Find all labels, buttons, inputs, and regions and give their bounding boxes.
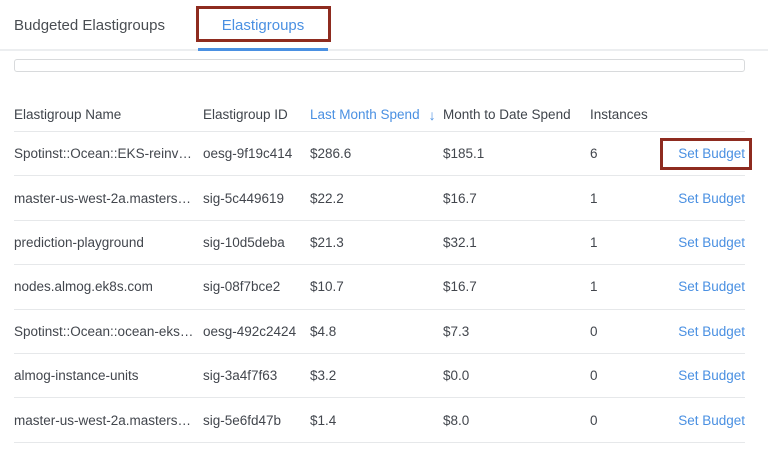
set-budget-link[interactable]: Set Budget [678, 191, 745, 206]
cell-action: Set Budget [666, 324, 745, 339]
active-tab-underline [198, 48, 328, 51]
cell-elastigroup-name: Spotinst::Ocean::ocean-eks… [14, 324, 203, 339]
cell-elastigroup-name: master-us-west-2a.masters… [14, 413, 203, 428]
set-budget-link[interactable]: Set Budget [678, 413, 745, 428]
cell-last-month-spend: $4.8 [310, 324, 443, 339]
cell-last-month-spend: $1.4 [310, 413, 443, 428]
cell-month-to-date-spend: $16.7 [443, 279, 590, 294]
table-body: Spotinst::Ocean::EKS-reinv… oesg-9f19c41… [14, 132, 745, 443]
cell-elastigroup-name: Spotinst::Ocean::EKS-reinv… [14, 146, 203, 161]
set-budget-link[interactable]: Set Budget [678, 235, 745, 250]
cell-elastigroup-id: oesg-492c2424 [203, 324, 310, 339]
cell-elastigroup-name: almog-instance-units [14, 368, 203, 383]
cell-month-to-date-spend: $16.7 [443, 191, 590, 206]
table-row: master-us-west-2a.masters… sig-5c449619 … [14, 176, 745, 220]
tab-budgeted-elastigroups[interactable]: Budgeted Elastigroups [14, 17, 164, 34]
column-header-elastigroup-name[interactable]: Elastigroup Name [14, 107, 203, 122]
set-budget-link[interactable]: Set Budget [678, 146, 745, 161]
cell-elastigroup-name: master-us-west-2a.masters… [14, 191, 203, 206]
cell-instances: 0 [590, 324, 666, 339]
cell-month-to-date-spend: $7.3 [443, 324, 590, 339]
table-row: almog-instance-units sig-3a4f7f63 $3.2 $… [14, 354, 745, 398]
cell-action: Set Budget [666, 413, 745, 428]
cell-elastigroup-id: sig-5e6fd47b [203, 413, 310, 428]
cell-month-to-date-spend: $185.1 [443, 146, 590, 161]
cell-instances: 0 [590, 368, 666, 383]
cell-instances: 1 [590, 279, 666, 294]
cell-elastigroup-id: oesg-9f19c414 [203, 146, 310, 161]
column-header-last-month-spend[interactable]: Last Month Spend ↓ [310, 107, 443, 122]
cell-instances: 0 [590, 413, 666, 428]
cell-action: Set Budget [666, 235, 745, 250]
cell-elastigroup-id: sig-5c449619 [203, 191, 310, 206]
cell-last-month-spend: $3.2 [310, 368, 443, 383]
cell-action: Set Budget [666, 191, 745, 206]
elastigroups-table: Elastigroup Name Elastigroup ID Last Mon… [14, 98, 745, 443]
cell-elastigroup-name: nodes.almog.ek8s.com [14, 279, 203, 294]
cell-instances: 1 [590, 235, 666, 250]
table-row: Spotinst::Ocean::ocean-eks… oesg-492c242… [14, 310, 745, 354]
cell-month-to-date-spend: $32.1 [443, 235, 590, 250]
filter-input[interactable] [14, 59, 745, 72]
cell-action: Set Budget [666, 368, 745, 383]
tab-bar: Budgeted Elastigroups Elastigroups [0, 0, 768, 51]
set-budget-link[interactable]: Set Budget [678, 279, 745, 294]
cell-action: Set Budget [666, 146, 745, 161]
cell-action: Set Budget [666, 279, 745, 294]
cell-elastigroup-id: sig-08f7bce2 [203, 279, 310, 294]
cell-elastigroup-id: sig-10d5deba [203, 235, 310, 250]
cell-last-month-spend: $286.6 [310, 146, 443, 161]
cell-month-to-date-spend: $0.0 [443, 368, 590, 383]
table-row: master-us-west-2a.masters… sig-5e6fd47b … [14, 398, 745, 442]
cell-last-month-spend: $22.2 [310, 191, 443, 206]
column-header-elastigroup-id[interactable]: Elastigroup ID [203, 107, 310, 122]
column-header-instances[interactable]: Instances [590, 107, 666, 122]
table-row: prediction-playground sig-10d5deba $21.3… [14, 221, 745, 265]
cell-elastigroup-id: sig-3a4f7f63 [203, 368, 310, 383]
table-row: Spotinst::Ocean::EKS-reinv… oesg-9f19c41… [14, 132, 745, 176]
cell-elastigroup-name: prediction-playground [14, 235, 203, 250]
sort-descending-icon[interactable]: ↓ [429, 108, 436, 122]
column-header-last-month-spend-label: Last Month Spend [310, 107, 420, 122]
cell-month-to-date-spend: $8.0 [443, 413, 590, 428]
set-budget-link[interactable]: Set Budget [678, 324, 745, 339]
cell-instances: 1 [590, 191, 666, 206]
column-header-month-to-date-spend[interactable]: Month to Date Spend [443, 107, 590, 122]
set-budget-link[interactable]: Set Budget [678, 368, 745, 383]
tab-elastigroups-label: Elastigroups [222, 17, 305, 34]
elastigroups-budget-screen: Budgeted Elastigroups Elastigroups Elast… [0, 0, 768, 443]
table-header-row: Elastigroup Name Elastigroup ID Last Mon… [14, 98, 745, 132]
tab-elastigroups[interactable]: Elastigroups [198, 2, 328, 49]
cell-instances: 6 [590, 146, 666, 161]
cell-last-month-spend: $21.3 [310, 235, 443, 250]
cell-last-month-spend: $10.7 [310, 279, 443, 294]
table-row: nodes.almog.ek8s.com sig-08f7bce2 $10.7 … [14, 265, 745, 309]
